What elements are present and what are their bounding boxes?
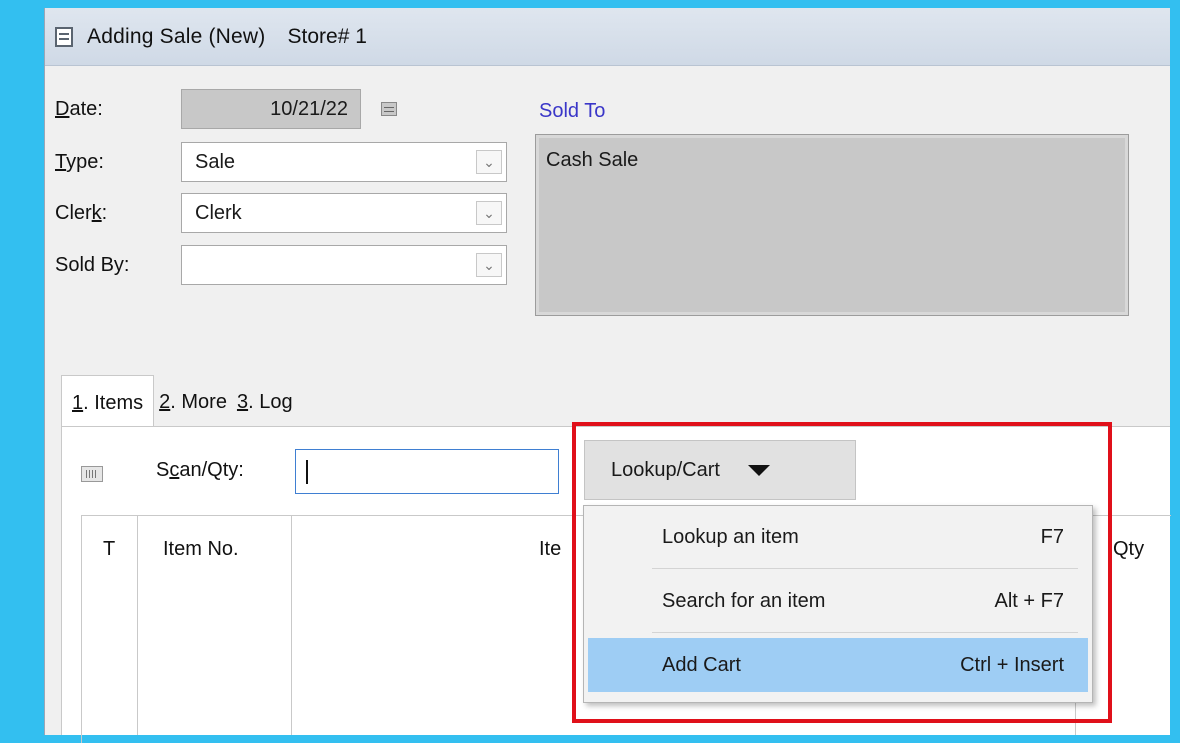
grid-header-qty[interactable]: Qty xyxy=(1113,538,1144,561)
menu-item-add-cart[interactable]: Add Cart Ctrl + Insert xyxy=(588,638,1088,692)
menu-item-label: Lookup an item xyxy=(662,525,799,548)
grid-header-type[interactable]: T xyxy=(103,538,115,561)
grid-column-divider xyxy=(291,515,292,735)
menu-item-label: Search for an item xyxy=(662,589,826,612)
sold-to-value: Cash Sale xyxy=(546,149,639,171)
menu-item-search[interactable]: Search for an item Alt + F7 xyxy=(588,574,1088,628)
clerk-label: Clerk: xyxy=(55,202,108,224)
sold-to-label: Sold To xyxy=(539,100,606,122)
title-bar: Adding Sale (New) Store# 1 xyxy=(45,8,1170,66)
type-value: Sale xyxy=(195,150,236,173)
menu-item-shortcut: Alt + F7 xyxy=(994,589,1064,612)
clerk-value: Clerk xyxy=(195,201,242,224)
document-icon xyxy=(55,26,73,47)
tab-items[interactable]: 1. Items xyxy=(61,375,155,427)
sold-by-label: Sold By: xyxy=(55,254,130,276)
lookup-cart-menu: Lookup an item F7 Search for an item Alt… xyxy=(583,505,1093,703)
sale-window: Adding Sale (New) Store# 1 Date: 10/21/2… xyxy=(44,8,1171,743)
menu-item-shortcut: Ctrl + Insert xyxy=(960,653,1064,676)
menu-item-label: Add Cart xyxy=(662,653,741,676)
date-field: 10/21/22 xyxy=(181,89,361,129)
chevron-down-icon[interactable]: ⌄ xyxy=(476,150,502,174)
lookup-cart-button[interactable]: Lookup/Cart xyxy=(584,440,856,500)
tab-bar: 1. Items 2. More 3. Log xyxy=(61,375,298,427)
grid-header-item[interactable]: Ite xyxy=(539,538,561,561)
caret-down-icon xyxy=(747,464,770,476)
tab-more[interactable]: 2. More xyxy=(154,375,232,427)
type-label: Type: xyxy=(55,151,104,173)
store-label: Store# 1 xyxy=(287,24,367,48)
scan-label: Scan/Qty: xyxy=(156,459,244,481)
sold-by-select[interactable]: ⌄ xyxy=(181,245,507,285)
menu-item-lookup[interactable]: Lookup an item F7 xyxy=(588,510,1088,564)
date-label: Date: xyxy=(55,98,103,120)
calendar-icon[interactable] xyxy=(381,102,397,116)
barcode-icon[interactable] xyxy=(81,466,103,482)
window-title: Adding Sale (New) xyxy=(87,24,266,48)
menu-separator xyxy=(652,632,1078,633)
chevron-down-icon[interactable]: ⌄ xyxy=(476,253,502,277)
text-caret xyxy=(306,459,308,484)
sold-to-box[interactable]: Cash Sale xyxy=(535,134,1129,316)
grid-column-divider xyxy=(137,515,138,735)
lookup-cart-label: Lookup/Cart xyxy=(611,458,720,481)
date-value: 10/21/22 xyxy=(270,97,348,120)
chevron-down-icon[interactable]: ⌄ xyxy=(476,201,502,225)
grid-header-item-no[interactable]: Item No. xyxy=(163,538,239,561)
scan-qty-input[interactable] xyxy=(295,449,559,494)
tab-log[interactable]: 3. Log xyxy=(232,375,298,427)
clerk-select[interactable]: Clerk ⌄ xyxy=(181,193,507,233)
menu-separator xyxy=(652,568,1078,569)
menu-item-shortcut: F7 xyxy=(1040,525,1064,548)
type-select[interactable]: Sale ⌄ xyxy=(181,142,507,182)
